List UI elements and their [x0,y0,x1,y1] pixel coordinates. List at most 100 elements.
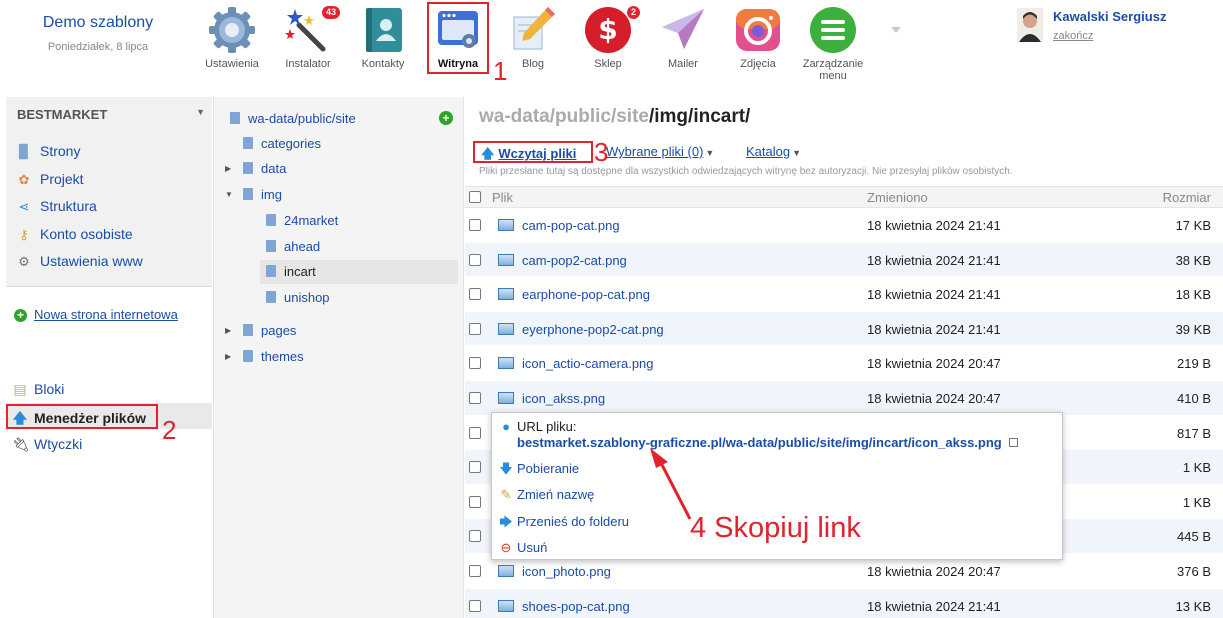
chevron-down-icon[interactable]: ▼ [196,107,205,117]
collapse-icon[interactable]: ▼ [225,190,233,199]
table-row[interactable]: icon_actio-camera.png 18 kwietnia 2024 20… [465,346,1223,381]
move-action[interactable]: 🡆 Przenieś do folderu [499,513,629,535]
column-name-header[interactable]: Plik [492,190,513,205]
app-contacts[interactable]: Kontakty [347,5,419,70]
sidebar-item-struktura[interactable]: ⋖ Struktura [16,198,97,215]
rename-action[interactable]: ✎ Zmień nazwę [499,487,595,503]
sidebar-item-konto[interactable]: ⚷ Konto osobiste [16,226,133,243]
table-row[interactable]: shoes-pop-cat.png 18 kwietnia 2024 21:41 1… [465,588,1223,618]
file-name-link[interactable]: icon_akss.png [498,391,605,406]
row-checkbox[interactable] [469,495,481,508]
tree-node-categories[interactable]: categories [243,136,321,151]
file-modified: 18 kwietnia 2024 21:41 [867,598,1001,614]
file-name-link[interactable]: icon_actio-camera.png [498,356,654,371]
table-row[interactable]: cam-pop-cat.png 18 kwietnia 2024 21:41 17 … [465,208,1223,243]
table-row[interactable]: eyerphone-pop2-cat.png 18 kwietnia 2024 2… [465,311,1223,347]
selected-files-dropdown[interactable]: Wybrane pliki (0) ▼ [606,144,714,159]
app-menu-management[interactable]: Zarządzanie menu [797,5,869,82]
sidebar-item-bloki[interactable]: ▤ Bloki [12,381,64,398]
sidebar-item-label: Strony [40,143,81,159]
file-name-link[interactable]: cam-pop-cat.png [498,218,620,233]
sidebar-item-label: Konto osobiste [40,226,133,242]
add-folder-icon[interactable]: + [439,111,453,125]
contacts-book-icon [358,5,408,55]
table-row[interactable]: icon_akss.png 18 kwietnia 2024 20:47 410 B [465,380,1223,416]
avatar[interactable] [1017,8,1043,42]
tree-node-ahead[interactable]: ahead [266,239,320,254]
site-title[interactable]: BESTMARKET [17,107,107,122]
tree-node-root[interactable]: wa-data/public/site [230,111,356,126]
row-checkbox[interactable] [469,253,481,266]
highlight-box-witryna [427,2,489,74]
row-checkbox[interactable] [469,219,481,231]
row-checkbox[interactable] [469,461,481,474]
expand-icon[interactable]: ▶ [225,352,231,361]
tree-node-themes[interactable]: ▶ themes [225,349,304,364]
row-checkbox[interactable] [469,599,481,612]
sidebar-item-strony[interactable]: ▉ Strony [16,143,80,160]
row-checkbox[interactable] [469,357,481,370]
row-checkbox[interactable] [469,322,481,335]
file-name: icon_akss.png [522,390,606,406]
row-checkbox[interactable] [469,391,481,404]
tree-node-label: incart [284,264,316,279]
tree-node-unishop[interactable]: unishop [266,290,330,305]
row-checkbox[interactable] [469,288,481,301]
catalog-dropdown[interactable]: Katalog ▼ [746,144,801,159]
tree-node-pages[interactable]: ▶ pages [225,323,296,338]
upload-files-button[interactable]: 🡅 Wczytaj pliki [473,141,593,163]
download-action[interactable]: 🡇 Pobieranie [499,460,579,482]
table-row[interactable]: earphone-pop-cat.png 18 kwietnia 2024 21:… [465,277,1223,312]
app-mailer[interactable]: Mailer [647,5,719,70]
gear-icon [207,5,257,55]
tree-node-img[interactable]: ▼ img [225,187,282,202]
upload-notice: Pliki przesłane tutaj są dostępne dla ws… [479,166,1013,177]
move-arrow-icon: 🡆 [499,514,513,529]
expand-icon[interactable]: ▶ [225,164,231,173]
sidebar-item-wtyczki[interactable]: 🔌︎ Wtyczki [12,436,82,453]
file-name-link[interactable]: eyerphone-pop2-cat.png [498,322,664,337]
sidebar-item-projekt[interactable]: ✿ Projekt [16,171,84,188]
file-modified: 18 kwietnia 2024 20:47 [867,563,1001,579]
file-name-link[interactable]: earphone-pop-cat.png [498,287,650,302]
sidebar-item-ustawienia-www[interactable]: ⚙ Ustawienia www [16,253,143,270]
menu-icon [808,5,858,55]
delete-action[interactable]: ⊖ Usuń [499,540,548,556]
chevron-down-icon[interactable] [891,27,901,33]
new-site-label: Nowa strona internetowa [34,307,178,322]
user-name[interactable]: Kawalski Sergiusz [1053,9,1166,24]
new-site-link[interactable]: + Nowa strona internetowa [14,307,194,322]
file-size: 410 B [1177,390,1211,406]
app-blog[interactable]: Blog [497,5,569,70]
tree-node-24market[interactable]: 24market [266,213,338,228]
app-photos[interactable]: Zdjęcia [722,5,794,70]
copy-icon[interactable] [1009,438,1019,447]
tree-node-data[interactable]: ▶ data [225,161,286,176]
row-checkbox[interactable] [469,564,481,577]
tree-node-incart[interactable]: incart [266,264,316,279]
sidebar-item-label: Wtyczki [34,436,83,452]
image-file-icon [498,288,514,301]
app-shop[interactable]: $ 2 Sklep [572,5,644,70]
column-modified-header[interactable]: Zmieniono [867,190,928,205]
file-size: 219 B [1177,356,1211,372]
file-name-link[interactable]: cam-pop2-cat.png [498,253,627,268]
file-name-link[interactable]: shoes-pop-cat.png [498,599,630,614]
brand-name[interactable]: Demo szablony [0,14,196,32]
app-settings[interactable]: Ustawienia [196,5,268,70]
file-modified: 18 kwietnia 2024 20:47 [867,356,1001,372]
expand-icon[interactable]: ▶ [225,326,231,335]
column-size-header[interactable]: Rozmiar [1163,190,1211,205]
select-all-checkbox[interactable] [469,191,481,203]
breadcrumb-parent[interactable]: wa-data/public/site [479,106,649,127]
app-installer[interactable]: 43 Instalator [272,5,344,70]
row-checkbox[interactable] [469,426,481,439]
folder-icon [243,188,253,200]
file-name-link[interactable]: icon_photo.png [498,564,611,579]
file-url-link[interactable]: bestmarket.szablony-graficzne.pl/wa-data… [517,435,1019,450]
file-url-text[interactable]: bestmarket.szablony-graficzne.pl/wa-data… [517,435,1002,450]
logout-link[interactable]: zakończ [1053,30,1093,42]
row-checkbox[interactable] [469,530,481,543]
blocks-icon: ▤ [13,381,27,397]
table-row[interactable]: cam-pop2-cat.png 18 kwietnia 2024 21:41 38… [465,242,1223,278]
